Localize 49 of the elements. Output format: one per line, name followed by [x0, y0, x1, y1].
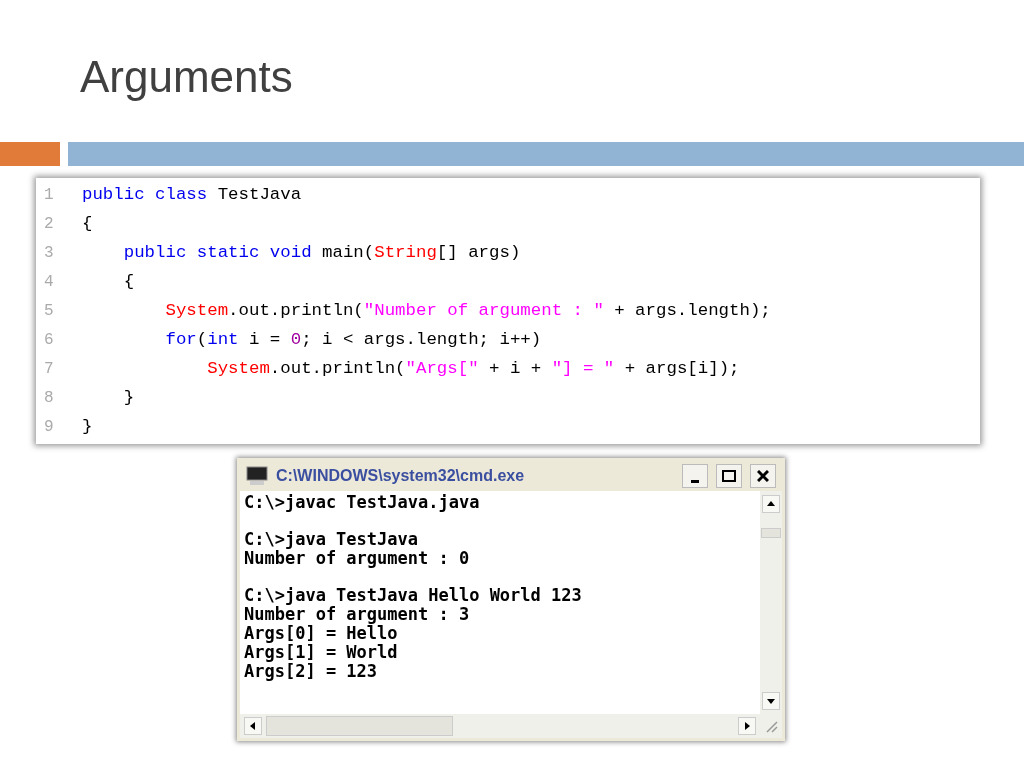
minimize-button[interactable]	[682, 464, 708, 488]
right-arrow-icon	[742, 721, 752, 731]
code-line: System.out.println("Number of argument : " + args.length);	[164, 301, 771, 320]
code-line: {	[82, 214, 93, 233]
scroll-thumb[interactable]	[761, 527, 781, 538]
scroll-down-button[interactable]	[762, 692, 780, 710]
line-number: 2	[43, 214, 55, 233]
slide-title: Arguments	[80, 52, 294, 103]
scroll-up-button[interactable]	[762, 495, 780, 513]
resize-grip-icon[interactable]	[764, 719, 778, 733]
scroll-left-button[interactable]	[244, 717, 262, 735]
console-line: Number of argument : 3	[244, 605, 471, 624]
console-line: Args[2] = 123	[244, 662, 379, 681]
code-line: public class TestJava	[82, 185, 302, 204]
maximize-icon	[722, 470, 736, 482]
left-arrow-icon	[248, 721, 258, 731]
close-icon	[757, 470, 769, 482]
minimize-icon	[691, 479, 699, 483]
line-number: 8	[43, 388, 55, 407]
maximize-button[interactable]	[716, 464, 742, 488]
code-line: System.out.println("Args[" + i + "] = " + args[i]);	[206, 359, 740, 378]
accent-bar	[0, 142, 60, 166]
scroll-thumb[interactable]	[266, 716, 453, 736]
line-number: 4	[43, 272, 55, 291]
code-line: for(int i = 0; i < args.length; i++)	[164, 330, 542, 349]
line-number: 3	[43, 243, 55, 262]
vertical-scrollbar[interactable]	[760, 491, 782, 714]
monitor-icon	[246, 466, 268, 486]
code-line: }	[122, 388, 135, 407]
line-number: 7	[43, 359, 55, 378]
up-arrow-icon	[766, 499, 776, 509]
window-title: C:\WINDOWS\system32\cmd.exe	[276, 467, 526, 485]
console-line: C:\>javac TestJava.java	[244, 493, 481, 512]
console-line: C:\>java TestJava Hello World 123	[244, 586, 583, 605]
code-line: {	[122, 272, 135, 291]
console-line: Args[1] = World	[244, 643, 399, 662]
scroll-right-button[interactable]	[738, 717, 756, 735]
console-line: Args[0] = Hello	[244, 624, 398, 643]
code-line: public static void main(String[] args)	[122, 243, 521, 262]
console-line: C:\>java TestJava	[244, 530, 419, 549]
horizontal-scrollbar[interactable]	[240, 714, 782, 738]
line-number: 9	[43, 417, 55, 436]
line-number: 6	[43, 330, 55, 349]
close-button[interactable]	[750, 464, 776, 488]
line-number: 1	[43, 185, 55, 204]
code-line: }	[82, 417, 93, 436]
line-number: 5	[43, 301, 55, 320]
console-line: Number of argument : 0	[244, 549, 471, 568]
down-arrow-icon	[766, 696, 776, 706]
